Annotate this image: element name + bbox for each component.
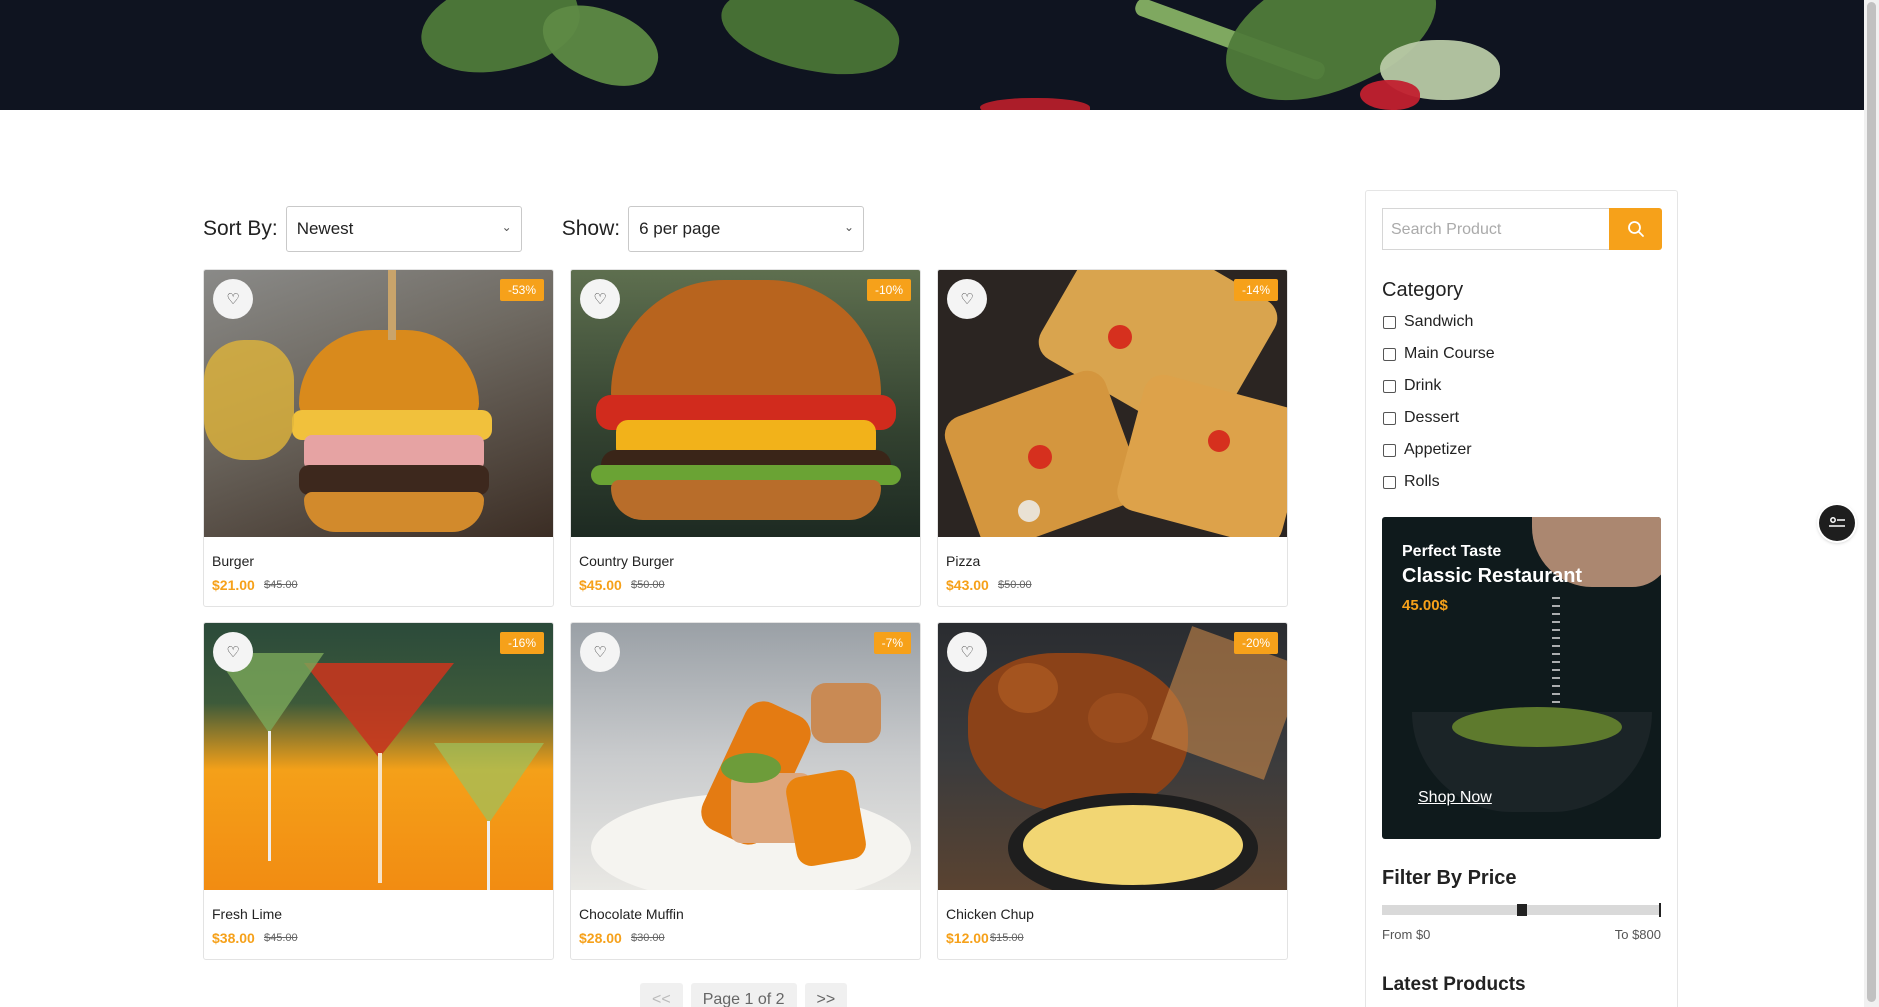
product-price: $45.00 <box>579 577 622 593</box>
heart-icon[interactable]: ♡ <box>580 279 620 319</box>
product-card[interactable]: ♡ -7% Chocolate Muffin $28.00 $30.00 <box>570 622 921 960</box>
product-price: $28.00 <box>579 930 622 946</box>
product-card[interactable]: ♡ -10% Country Burger $45.00 $50.00 <box>570 269 921 607</box>
price-filter-title: Filter By Price <box>1382 867 1517 889</box>
category-item-appetizer[interactable]: Appetizer <box>1383 441 1472 459</box>
product-name[interactable]: Pizza <box>946 553 980 569</box>
heart-icon[interactable]: ♡ <box>213 632 253 672</box>
heart-icon[interactable]: ♡ <box>947 632 987 672</box>
product-old-price: $50.00 <box>631 579 665 591</box>
product-card[interactable]: ♡ -53% Burger $21.00 $45.00 <box>203 269 554 607</box>
checkbox[interactable] <box>1383 411 1396 425</box>
promo-banner: Perfect Taste Classic Restaurant 45.00$ … <box>1382 517 1661 839</box>
product-price: $38.00 <box>212 930 255 946</box>
product-card[interactable]: ♡ -16% Fresh Lime $38.00 $45.00 <box>203 622 554 960</box>
filter-toggle-button[interactable] <box>1819 505 1855 541</box>
hero-banner <box>0 0 1864 110</box>
checkbox[interactable] <box>1383 475 1396 489</box>
heart-icon[interactable]: ♡ <box>947 279 987 319</box>
sort-label: Sort By: <box>203 217 278 240</box>
category-label: Dessert <box>1404 409 1460 426</box>
product-image <box>938 623 1287 890</box>
search-input[interactable]: Search Product <box>1382 208 1609 250</box>
search-icon <box>1627 221 1644 237</box>
promo-salt-image <box>1552 597 1560 707</box>
discount-badge: -20% <box>1233 632 1278 654</box>
category-label: Sandwich <box>1404 313 1474 330</box>
discount-badge: -16% <box>499 632 544 654</box>
product-image <box>204 270 553 537</box>
discount-badge: -53% <box>499 279 544 301</box>
heart-icon[interactable]: ♡ <box>213 279 253 319</box>
category-label: Rolls <box>1404 473 1440 490</box>
discount-badge: -14% <box>1233 279 1278 301</box>
category-label: Drink <box>1404 377 1442 394</box>
promo-price: 45.00$ <box>1402 597 1448 614</box>
product-price: $12.00 <box>946 930 989 946</box>
sliders-icon <box>1829 517 1845 527</box>
per-page-select-value: 6 per page <box>639 219 721 238</box>
price-range-slider[interactable] <box>1382 903 1661 917</box>
category-item-sandwich[interactable]: Sandwich <box>1383 313 1473 331</box>
category-label: Appetizer <box>1404 441 1472 458</box>
shop-now-link[interactable]: Shop Now <box>1418 789 1492 807</box>
pagination-prev-button[interactable]: << <box>640 983 683 1007</box>
checkbox[interactable] <box>1383 443 1396 457</box>
show-label: Show: <box>561 217 621 240</box>
product-old-price: $50.00 <box>998 579 1032 591</box>
product-price: $43.00 <box>946 577 989 593</box>
product-card[interactable]: ♡ -20% Chicken Chup $12.00 $15.00 <box>937 622 1288 960</box>
product-old-price: $45.00 <box>264 579 298 591</box>
product-name[interactable]: Chocolate Muffin <box>579 906 684 922</box>
latest-products-title: Latest Products <box>1382 974 1526 995</box>
sort-select-value: Newest <box>296 219 354 238</box>
sort-select[interactable]: Newest ⌄ <box>285 206 522 252</box>
checkbox[interactable] <box>1383 347 1396 361</box>
chevron-down-icon: ⌄ <box>844 220 855 234</box>
heart-icon[interactable]: ♡ <box>580 632 620 672</box>
category-item-rolls[interactable]: Rolls <box>1383 473 1440 491</box>
checkbox[interactable] <box>1383 315 1396 329</box>
chevron-down-icon: ⌄ <box>501 220 512 234</box>
discount-badge: -7% <box>873 632 911 654</box>
sort-toolbar: Sort By: Newest ⌄ Show: 6 per page ⌄ <box>203 206 865 252</box>
search-button[interactable] <box>1609 208 1662 250</box>
product-old-price: $15.00 <box>990 932 1024 944</box>
product-old-price: $45.00 <box>264 932 298 944</box>
per-page-select[interactable]: 6 per page ⌄ <box>628 206 865 252</box>
product-image <box>571 270 920 537</box>
product-image <box>571 623 920 890</box>
product-old-price: $30.00 <box>631 932 665 944</box>
discount-badge: -10% <box>866 279 911 301</box>
pagination-next-button[interactable]: >> <box>804 983 848 1007</box>
category-item-dessert[interactable]: Dessert <box>1383 409 1459 427</box>
promo-beans-image <box>1452 707 1622 747</box>
category-label: Main Course <box>1404 345 1495 362</box>
category-title: Category <box>1382 279 1464 301</box>
price-from-label: From $0 <box>1382 927 1431 942</box>
category-item-main-course[interactable]: Main Course <box>1383 345 1495 363</box>
promo-subtitle: Perfect Taste <box>1402 543 1502 560</box>
product-name[interactable]: Fresh Lime <box>212 906 282 922</box>
checkbox[interactable] <box>1383 379 1396 393</box>
product-image <box>204 623 553 890</box>
scrollbar-thumb[interactable] <box>1867 2 1876 1002</box>
pagination-current: Page 1 of 2 <box>690 983 797 1007</box>
category-item-drink[interactable]: Drink <box>1383 377 1441 395</box>
product-card[interactable]: ♡ -14% Pizza $43.00 $50.00 <box>937 269 1288 607</box>
price-to-label: To $800 <box>1614 927 1661 942</box>
pagination: << Page 1 of 2 >> <box>640 983 848 1007</box>
product-image <box>938 270 1287 537</box>
sidebar: Search Product Category Sandwich Main Co… <box>1365 190 1678 1007</box>
product-name[interactable]: Burger <box>212 553 254 569</box>
price-range-end <box>1659 903 1661 917</box>
scrollbar[interactable] <box>1864 0 1879 1007</box>
product-name[interactable]: Chicken Chup <box>946 906 1034 922</box>
promo-title: Classic Restaurant <box>1402 565 1583 587</box>
search-placeholder: Search Product <box>1391 221 1502 238</box>
price-range-handle[interactable] <box>1516 904 1527 916</box>
product-name[interactable]: Country Burger <box>579 553 674 569</box>
product-price: $21.00 <box>212 577 255 593</box>
